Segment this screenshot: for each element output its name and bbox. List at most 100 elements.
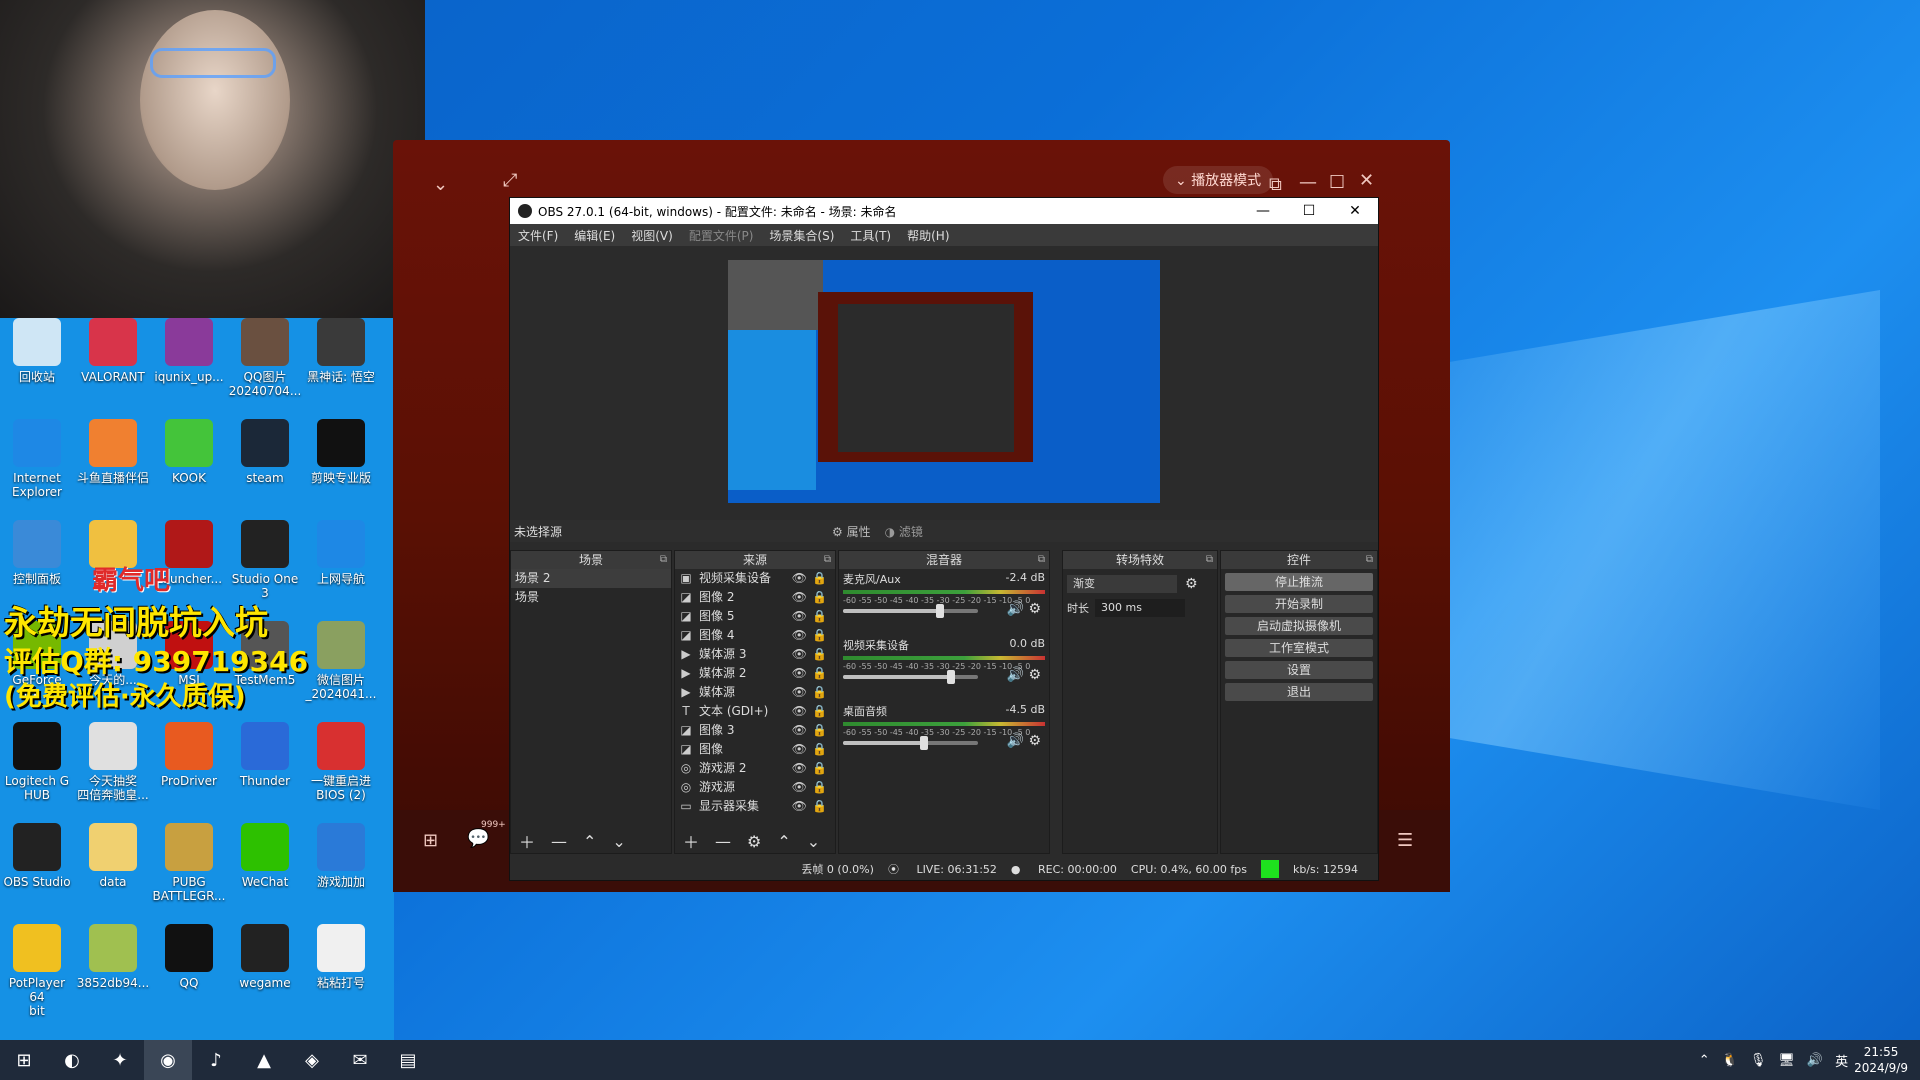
desktop-icon[interactable]: 上网导航 <box>304 520 378 586</box>
desktop-icon[interactable]: wegame <box>228 924 302 990</box>
gear-icon[interactable]: ⚙ <box>1028 601 1041 617</box>
eye-icon[interactable]: 👁 <box>792 721 807 740</box>
move-down-icon[interactable]: ⌄ <box>807 832 820 851</box>
speaker-icon[interactable]: 🔊 <box>1007 667 1024 683</box>
lock-icon[interactable]: 🔒 <box>812 759 827 778</box>
lock-icon[interactable]: 🔒 <box>812 626 827 645</box>
scene-item[interactable]: 场景 <box>511 588 671 607</box>
speaker-icon[interactable]: 🔊 <box>1007 601 1024 617</box>
control-button[interactable]: 退出 <box>1225 683 1373 701</box>
close-icon[interactable]: ✕ <box>1359 170 1374 191</box>
obs-icon[interactable]: ◉ <box>144 1040 192 1080</box>
obs-menu-item[interactable]: 配置文件(P) <box>681 227 762 244</box>
desktop-icon[interactable]: iqunix_up... <box>152 318 226 384</box>
gear-icon[interactable]: ⚙ <box>1028 733 1041 749</box>
control-button[interactable]: 停止推流 <box>1225 573 1373 591</box>
duration-input[interactable]: 300 ms <box>1095 599 1185 617</box>
desktop-icon[interactable]: PUBG BATTLEGR... <box>152 823 226 903</box>
desktop-icon[interactable]: Logitech G HUB <box>0 722 74 802</box>
add-icon[interactable]: ＋ <box>519 829 535 853</box>
desktop-icon[interactable]: steam <box>228 419 302 485</box>
desktop-icon[interactable]: 回收站 <box>0 318 74 384</box>
volume-icon[interactable]: 🔊 <box>1807 1053 1823 1068</box>
netease-music-icon[interactable]: ♪ <box>192 1040 240 1080</box>
obs-menu-item[interactable]: 工具(T) <box>842 227 899 244</box>
desktop-icon[interactable]: 游戏加加 <box>304 823 378 889</box>
move-up-icon[interactable]: ⌃ <box>777 832 790 851</box>
remove-icon[interactable]: — <box>715 832 731 851</box>
obs-menu-item[interactable]: 帮助(H) <box>899 227 957 244</box>
minimize-icon[interactable]: — <box>1240 203 1286 219</box>
control-button[interactable]: 开始录制 <box>1225 595 1373 613</box>
chat-icon[interactable]: 💬 <box>467 828 489 849</box>
source-item[interactable]: ◪ 图像 4 👁 🔒 <box>675 626 835 645</box>
desktop-icon[interactable]: WeChat <box>228 823 302 889</box>
mic-icon[interactable]: 🎙 <box>1750 1053 1767 1068</box>
eye-icon[interactable]: 👁 <box>792 797 807 816</box>
eye-icon[interactable]: 👁 <box>792 588 807 607</box>
control-button[interactable]: 工作室模式 <box>1225 639 1373 657</box>
pin-icon[interactable]: ⧉ <box>660 551 667 569</box>
desktop-icon[interactable]: data <box>76 823 150 889</box>
expand-icon[interactable]: ⤢ <box>503 170 517 191</box>
desktop-icon[interactable]: OBS Studio <box>0 823 74 889</box>
wechat-icon[interactable]: ✉ <box>336 1040 384 1080</box>
desktop-icon[interactable]: 黑神话: 悟空 <box>304 318 378 384</box>
volume-knob[interactable] <box>920 736 928 750</box>
add-icon[interactable]: ⊞ <box>423 830 438 851</box>
source-item[interactable]: ◎ 游戏源 👁 🔒 <box>675 778 835 797</box>
gear-icon[interactable]: ⚙ <box>747 832 761 851</box>
lock-icon[interactable]: 🔒 <box>812 721 827 740</box>
source-item[interactable]: ▭ 显示器采集 👁 🔒 <box>675 797 835 816</box>
pin-icon[interactable]: ⧉ <box>1038 551 1045 569</box>
volume-slider[interactable] <box>843 604 978 618</box>
filters-button[interactable]: ◑ 滤镜 <box>885 523 923 540</box>
maximize-icon[interactable]: ☐ <box>1286 203 1332 219</box>
source-item[interactable]: ▣ 视频采集设备 👁 🔒 <box>675 569 835 588</box>
desktop-icon[interactable]: PotPlayer 64 bit <box>0 924 74 1018</box>
wegame-icon[interactable]: ◈ <box>288 1040 336 1080</box>
lock-icon[interactable]: 🔒 <box>812 664 827 683</box>
source-item[interactable]: ▶ 媒体源 👁 🔒 <box>675 683 835 702</box>
eye-icon[interactable]: 👁 <box>792 664 807 683</box>
minimize-icon[interactable]: — <box>1299 172 1317 193</box>
obs-menu-item[interactable]: 编辑(E) <box>566 227 623 244</box>
lock-icon[interactable]: 🔒 <box>812 569 827 588</box>
list-icon[interactable]: ☰ <box>1397 830 1413 851</box>
desktop-icon[interactable]: ProDriver <box>152 722 226 788</box>
gear-icon[interactable]: ⚙ <box>1185 576 1198 592</box>
desktop-icon[interactable]: Internet Explorer <box>0 419 74 499</box>
source-item[interactable]: ◪ 图像 3 👁 🔒 <box>675 721 835 740</box>
scene-item[interactable]: 场景 2 <box>511 569 671 588</box>
lock-icon[interactable]: 🔒 <box>812 702 827 721</box>
volume-knob[interactable] <box>947 670 955 684</box>
lock-icon[interactable]: 🔒 <box>812 778 827 797</box>
move-up-icon[interactable]: ⌃ <box>583 832 596 851</box>
obs-menu-item[interactable]: 视图(V) <box>623 227 681 244</box>
pin-icon[interactable]: ⧉ <box>1206 551 1213 569</box>
naraka-icon[interactable]: ▲ <box>240 1040 288 1080</box>
lock-icon[interactable]: 🔒 <box>812 683 827 702</box>
volume-slider[interactable] <box>843 670 978 684</box>
desktop-icon[interactable]: 微信图片 _2024041... <box>304 621 378 701</box>
desktop-icon[interactable]: KOOK <box>152 419 226 485</box>
kook-icon[interactable]: ✦ <box>96 1040 144 1080</box>
control-button[interactable]: 设置 <box>1225 661 1373 679</box>
desktop-icon[interactable]: QQ <box>152 924 226 990</box>
lock-icon[interactable]: 🔒 <box>812 607 827 626</box>
ime-indicator[interactable]: 英 <box>1835 1051 1848 1070</box>
add-icon[interactable]: ＋ <box>683 829 699 853</box>
gear-icon[interactable]: ⚙ <box>1028 667 1041 683</box>
desktop-icon[interactable]: 今天抽奖 四倍奔驰皇... <box>76 722 150 802</box>
speaker-icon[interactable]: 🔊 <box>1007 733 1024 749</box>
edge-icon[interactable]: ◐ <box>48 1040 96 1080</box>
source-item[interactable]: T 文本 (GDI+) 👁 🔒 <box>675 702 835 721</box>
desktop-icon[interactable]: 粘粘打号 <box>304 924 378 990</box>
source-item[interactable]: ▶ 媒体源 3 👁 🔒 <box>675 645 835 664</box>
desktop-icon[interactable]: 3852db94... <box>76 924 150 990</box>
volume-knob[interactable] <box>936 604 945 618</box>
chevron-down-icon[interactable]: ⌄ <box>433 174 448 195</box>
eye-icon[interactable]: 👁 <box>792 569 807 588</box>
pin-icon[interactable]: ⧉ <box>824 551 831 569</box>
move-down-icon[interactable]: ⌄ <box>612 832 625 851</box>
